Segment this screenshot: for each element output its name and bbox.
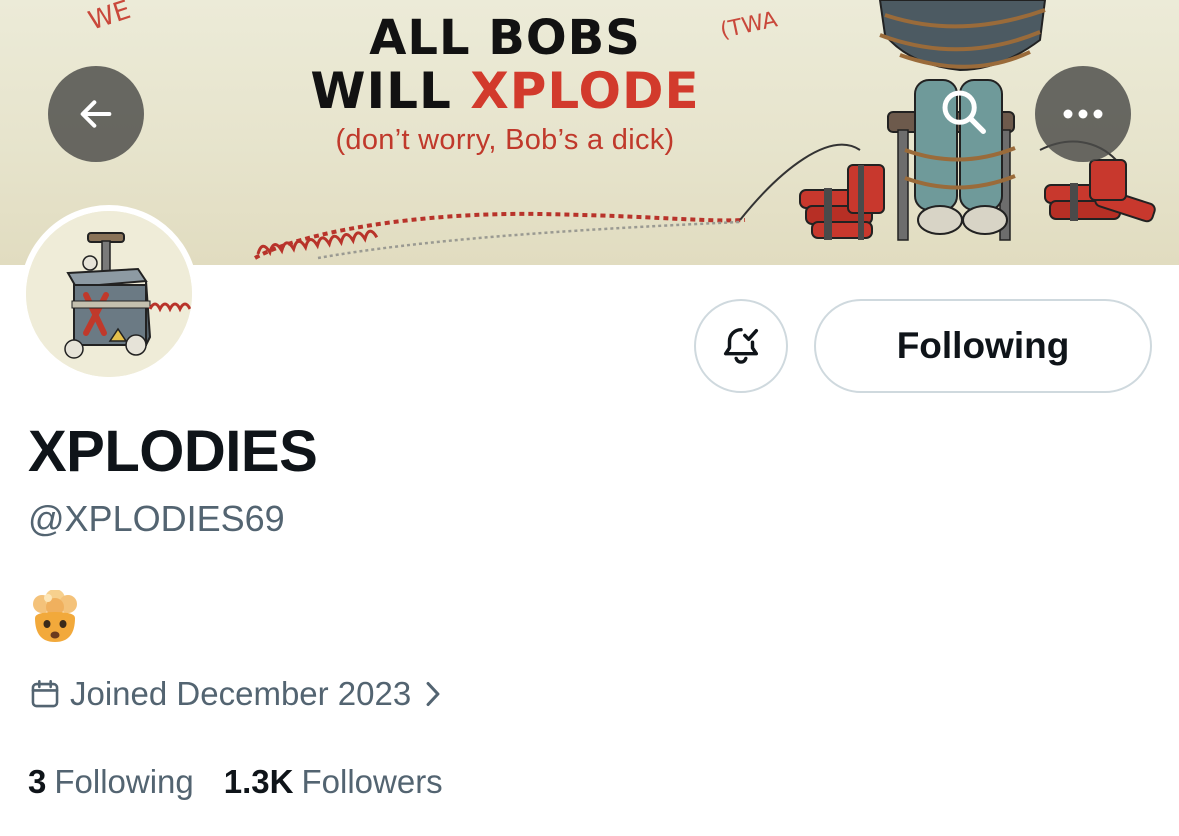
arrow-left-icon [80, 100, 112, 128]
banner-subtitle: (don’t worry, Bob’s a dick) [335, 124, 675, 156]
avatar[interactable] [20, 205, 198, 383]
joined-date-text: Joined December 2023 [70, 675, 412, 712]
followers-label: Followers [301, 763, 443, 800]
followers-count: 1.3K [223, 763, 294, 800]
banner-headline-line2-black: WILL [310, 62, 471, 120]
back-button[interactable] [48, 66, 144, 162]
dynamite-left-icon [799, 164, 885, 240]
more-options-button[interactable] [1035, 66, 1131, 162]
bell-check-icon [723, 327, 759, 364]
user-handle: @XPLODIES69 [28, 498, 285, 539]
search-button[interactable] [920, 68, 1006, 154]
following-button[interactable]: Following [814, 299, 1152, 393]
display-name: XPLODIES [28, 419, 318, 484]
banner-headline-line2-red: XPLODE [470, 62, 700, 120]
banner-scrawl-right: (TWA [718, 7, 780, 43]
banner-headline: ALL BOBS WILL XPLODE (don’t worry, Bob’s… [300, 14, 710, 155]
joined-date-row[interactable]: Joined December 2023 [28, 672, 443, 716]
banner-headline-line2: WILL XPLODE [300, 66, 710, 116]
banner-scrawl-left: WE [85, 0, 134, 37]
more-horizontal-icon [1063, 109, 1103, 119]
detonator-box-icon [26, 211, 192, 377]
calendar-icon [28, 677, 62, 711]
follow-stats: 3 Following 1.3K Followers [28, 760, 443, 804]
dynamite-right-icon [1044, 159, 1156, 223]
following-label: Following [54, 763, 194, 800]
followers-count-link[interactable]: 1.3K Followers [224, 763, 443, 801]
chevron-right-icon[interactable] [423, 680, 443, 708]
notifications-button[interactable] [694, 299, 788, 393]
banner-headline-line1: ALL BOBS [369, 10, 641, 66]
search-icon [942, 90, 986, 134]
following-count-link[interactable]: 3 Following [28, 763, 194, 801]
exploding-head-icon [33, 590, 77, 642]
avatar-image [26, 211, 192, 377]
following-count: 3 [28, 763, 47, 800]
